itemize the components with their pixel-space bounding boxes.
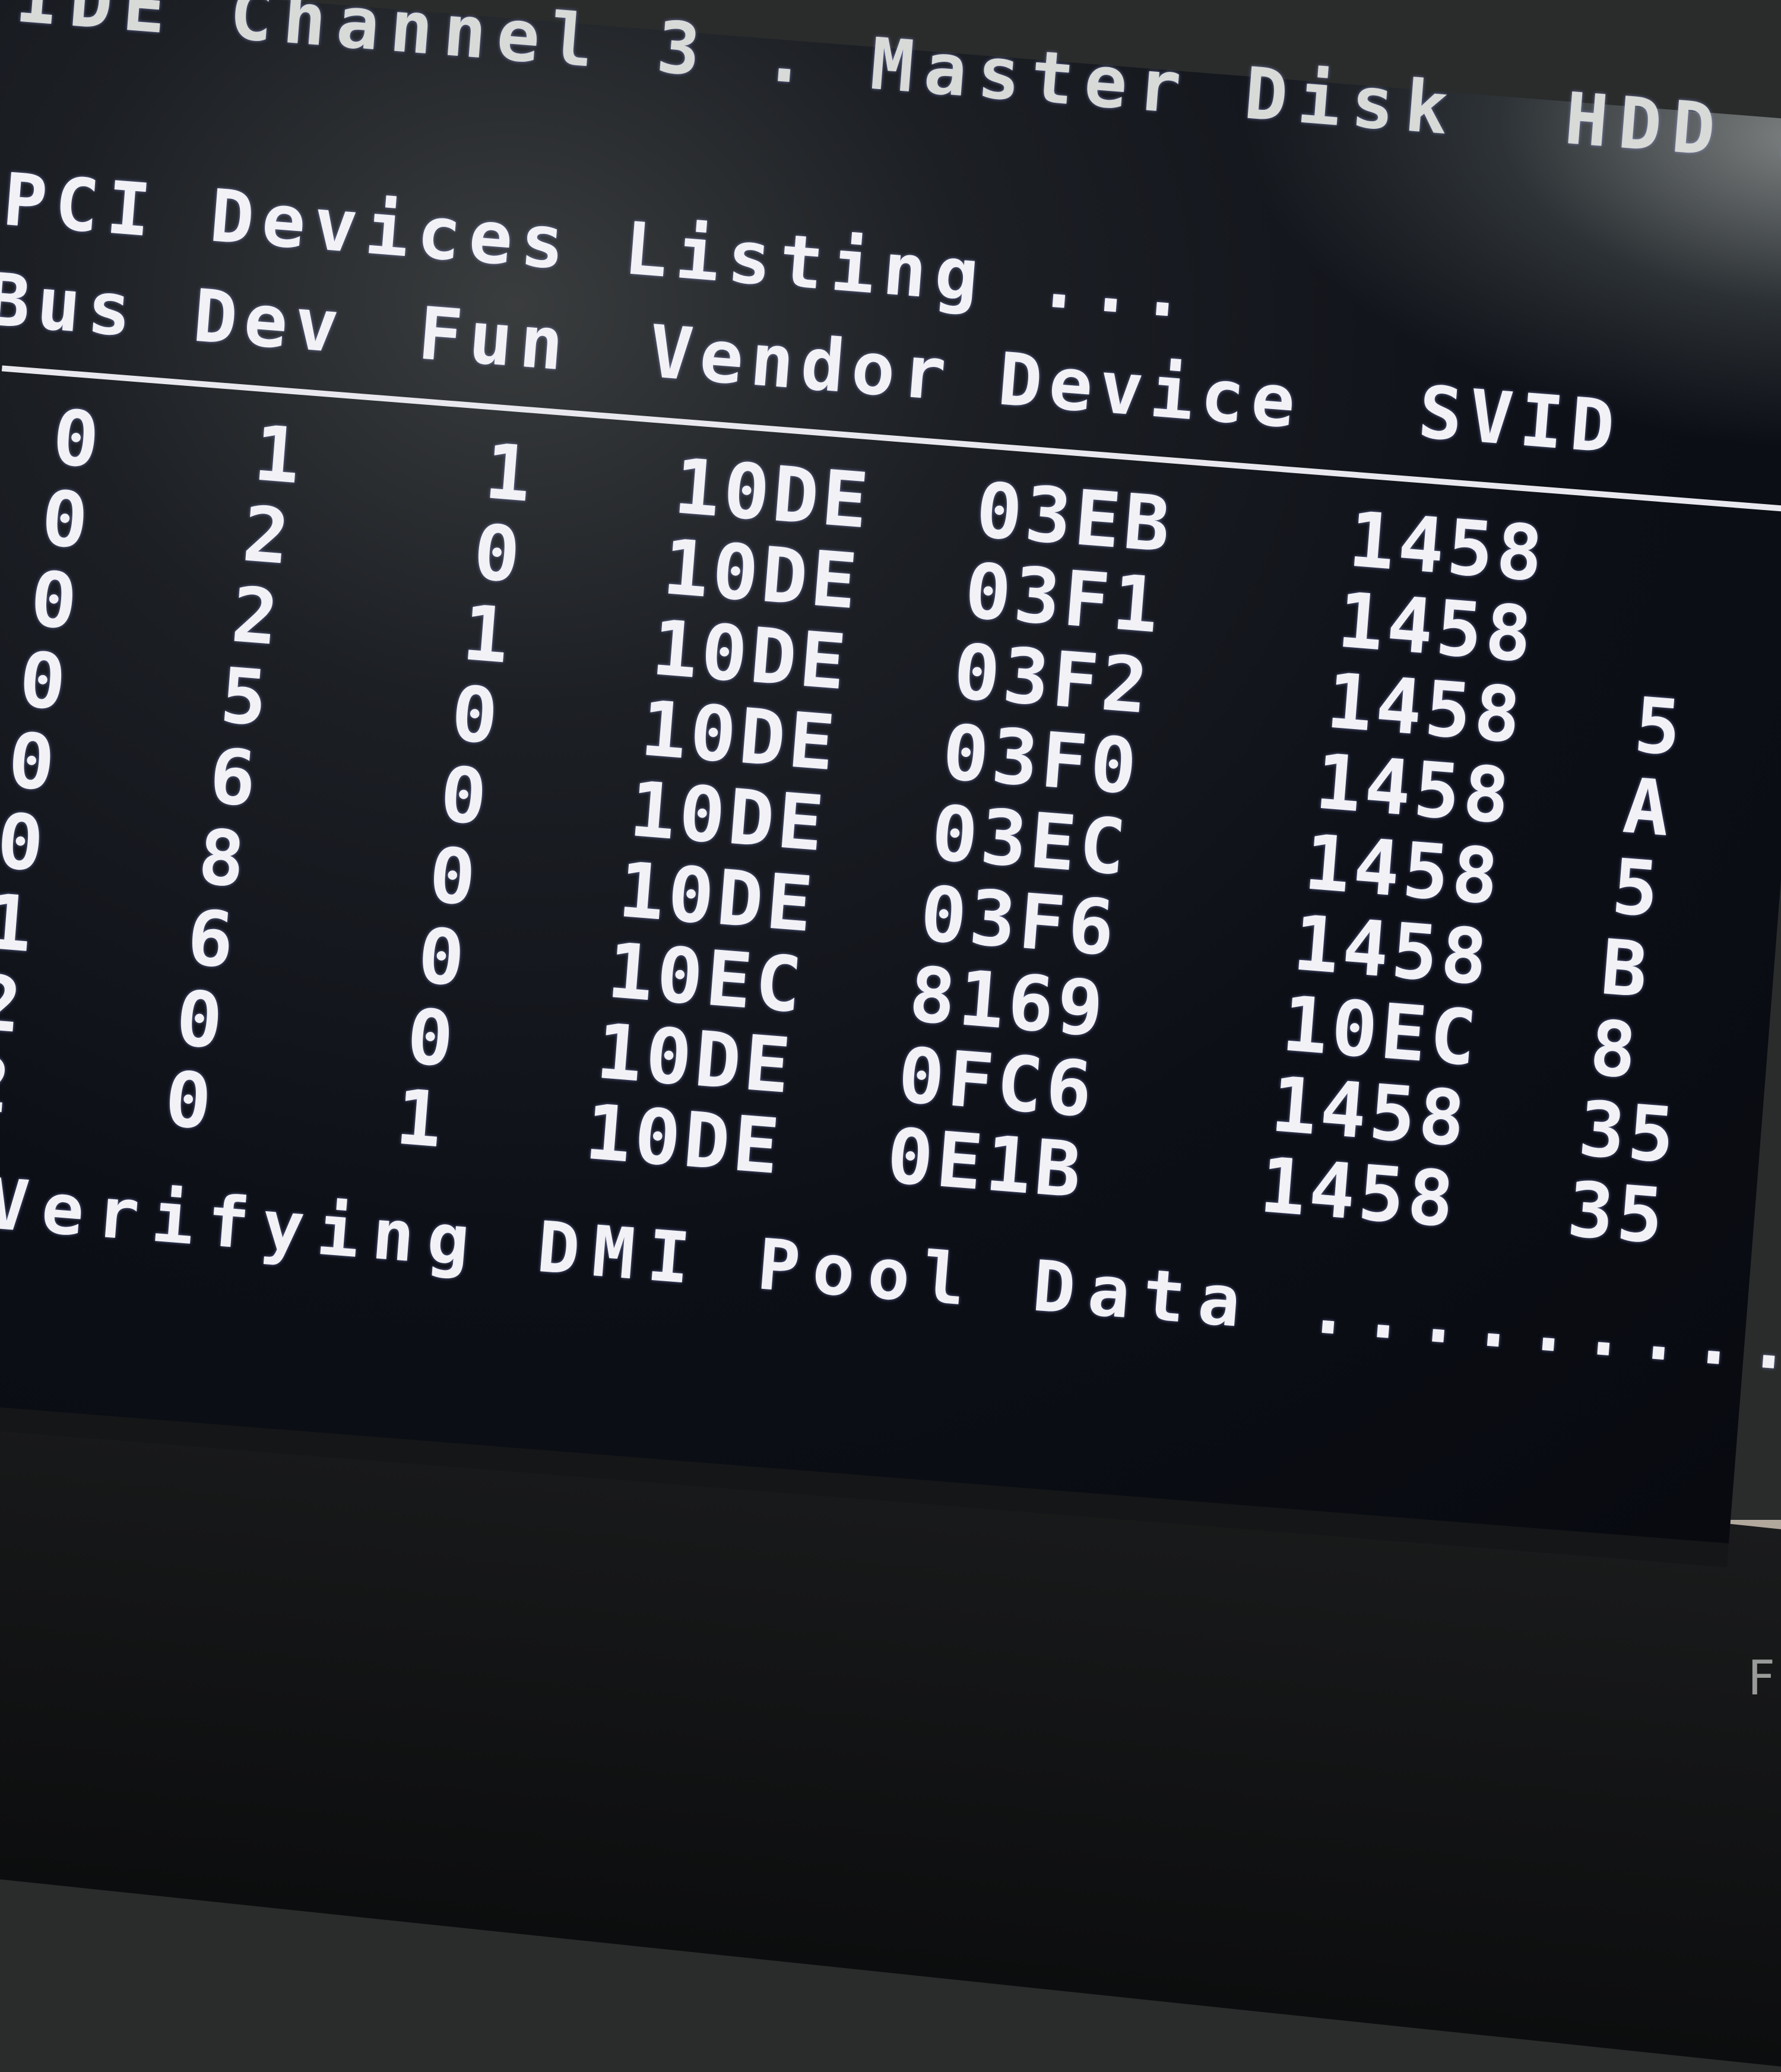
cell-bus: 2 [0, 958, 28, 1051]
cell-bus: 2 [0, 1039, 17, 1132]
cell-ssid: A [1620, 762, 1677, 854]
cell-fun: 0 [426, 831, 483, 923]
monitor-logo: F [1747, 1650, 1775, 1706]
cell-dev: 6 [206, 732, 263, 825]
cell-fun: 1 [481, 427, 538, 520]
cell-fun: 1 [459, 588, 516, 682]
cell-fun: 0 [448, 669, 505, 762]
cell-fun: 1 [392, 1073, 449, 1165]
cell-bus: 0 [27, 555, 84, 647]
cell-fun: 0 [437, 750, 493, 842]
col-header-fun: Fun [415, 291, 574, 388]
col-header-svid: SVID [1415, 370, 1625, 470]
cell-dev: 1 [251, 409, 308, 502]
cell-fun: 0 [414, 911, 471, 1004]
cell-fun: 0 [404, 992, 460, 1085]
cell-dev: 2 [229, 571, 285, 663]
cell-dev: 6 [184, 894, 240, 986]
cell-vendor: 10DE [582, 1088, 786, 1192]
cell-ssid: 35 [1576, 1085, 1681, 1181]
cell-fun: 0 [470, 508, 527, 601]
bios-screen: IDE Channel 3 . Master Disk HDD S. PCI D… [0, 0, 1781, 1567]
cell-ssid: 5 [1631, 681, 1688, 774]
col-header-dev: Dev [190, 273, 349, 370]
cell-bus: 1 [0, 877, 39, 970]
cell-svid: 1458 [1257, 1141, 1460, 1245]
cell-dev: 5 [217, 651, 274, 744]
cell-ssid: 5 [1609, 842, 1665, 935]
cell-bus: 0 [0, 797, 50, 889]
cell-device: 0E1B [883, 1111, 1088, 1216]
cell-ssid: B [1598, 923, 1655, 1016]
pci-listing-heading: PCI Devices Listing ... [0, 157, 1197, 335]
col-header-bus: Bus [0, 257, 142, 353]
cell-bus: 0 [49, 393, 106, 486]
col-header-vendor: Vendor [646, 309, 956, 417]
cell-bus: 0 [38, 474, 95, 566]
cell-dev: 0 [173, 974, 229, 1067]
cell-dev: 0 [161, 1055, 218, 1148]
cell-bus: 0 [16, 635, 72, 728]
cell-dev: 2 [239, 490, 296, 582]
cell-ssid: 8 [1586, 1004, 1643, 1097]
cell-dev: 8 [195, 813, 252, 905]
cell-bus: 0 [5, 716, 62, 809]
cell-ssid: 35 [1564, 1165, 1670, 1262]
